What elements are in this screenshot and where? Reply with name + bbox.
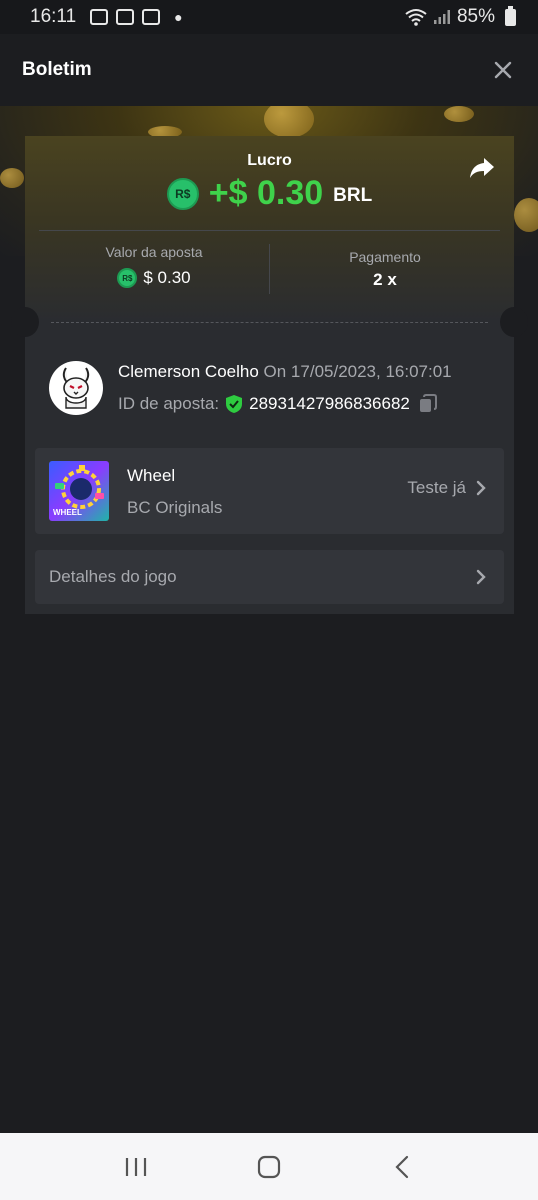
bettor-name: Clemerson Coelho	[118, 362, 259, 381]
bet-id-label: ID de aposta:	[118, 394, 220, 413]
bet-ticket-card: Lucro R$ +$ 0.30 BRL Valor da aposta R$ …	[11, 136, 528, 614]
bettor-line: Clemerson Coelho On 17/05/2023, 16:07:01	[118, 362, 452, 382]
battery-icon	[505, 5, 516, 26]
decorative-coin	[514, 198, 538, 232]
game-thumbnail: WHEEL	[49, 461, 109, 521]
copy-button[interactable]	[418, 394, 438, 414]
decorative-coin	[444, 106, 474, 122]
payout-stat: Pagamento 2 x	[270, 244, 500, 290]
try-game-label: Teste já	[407, 478, 466, 497]
status-left: 16:11 ●	[30, 6, 183, 28]
game-row[interactable]: WHEEL Wheel BC Originals Teste já	[35, 448, 504, 534]
header: Boletim	[0, 34, 538, 106]
brl-coin-icon: R$	[117, 268, 138, 288]
status-time: 16:11	[30, 6, 77, 27]
profit-currency: BRL	[333, 184, 373, 206]
home-button[interactable]	[249, 1147, 289, 1187]
game-provider: BC Originals	[127, 498, 223, 517]
calendar-icon	[142, 9, 161, 25]
back-button[interactable]	[382, 1147, 422, 1187]
bunny-avatar-icon	[62, 367, 90, 409]
share-icon	[470, 158, 494, 178]
decorative-coin	[0, 168, 24, 188]
game-details-label: Detalhes do jogo	[49, 567, 177, 586]
status-right: 85%	[405, 5, 516, 28]
profit-amount: +$ 0.30	[208, 174, 324, 212]
verified-shield-icon	[226, 395, 243, 413]
bet-date: On 17/05/2023, 16:07:01	[263, 362, 452, 381]
game-name: Wheel	[127, 466, 176, 485]
game-details-row[interactable]: Detalhes do jogo	[35, 550, 504, 604]
system-nav-bar	[0, 1133, 538, 1200]
home-icon	[257, 1155, 281, 1178]
bet-amount-label: Valor da aposta	[105, 244, 203, 260]
profit-row: R$ +$ 0.30 BRL	[25, 174, 514, 213]
payout-label: Pagamento	[349, 249, 421, 265]
status-bar: 16:11 ● 85%	[0, 0, 538, 34]
ticket-notch	[11, 307, 39, 337]
share-button[interactable]	[468, 156, 496, 182]
game-thumbnail-label: WHEEL	[53, 508, 82, 517]
back-icon	[395, 1155, 408, 1178]
battery-percent: 85%	[456, 6, 495, 27]
chevron-right-icon	[476, 480, 486, 496]
brl-coin-icon: R$	[166, 177, 199, 210]
ticket-notch	[500, 307, 528, 337]
bet-amount-stat: Valor da aposta R$ $ 0.30	[39, 244, 269, 288]
voicemail-icon	[90, 9, 109, 25]
bet-amount-value-row: R$ $ 0.30	[39, 268, 269, 288]
chevron-right-icon	[476, 569, 486, 585]
divider	[39, 230, 500, 231]
gallery-icon	[116, 9, 135, 25]
decorative-coin	[264, 106, 314, 138]
avatar[interactable]	[49, 361, 103, 415]
close-button[interactable]	[490, 57, 516, 83]
ticket-perforation	[51, 322, 488, 323]
page-title: Boletim	[22, 59, 92, 80]
recent-apps-icon	[126, 1157, 147, 1176]
copy-icon	[419, 394, 437, 412]
wifi-icon	[405, 9, 427, 26]
notification-dot-icon: ●	[174, 9, 183, 25]
try-game-button[interactable]: Teste já	[407, 478, 486, 498]
bet-id-value: 28931427986836682	[249, 394, 410, 413]
signal-icon	[433, 10, 450, 24]
bet-amount-value: $ 0.30	[143, 268, 191, 287]
close-icon	[494, 61, 512, 79]
recent-apps-button[interactable]	[116, 1147, 156, 1187]
profit-label: Lucro	[247, 152, 292, 169]
payout-value: 2 x	[373, 270, 397, 289]
bet-id-line: ID de aposta: 28931427986836682	[118, 394, 438, 414]
